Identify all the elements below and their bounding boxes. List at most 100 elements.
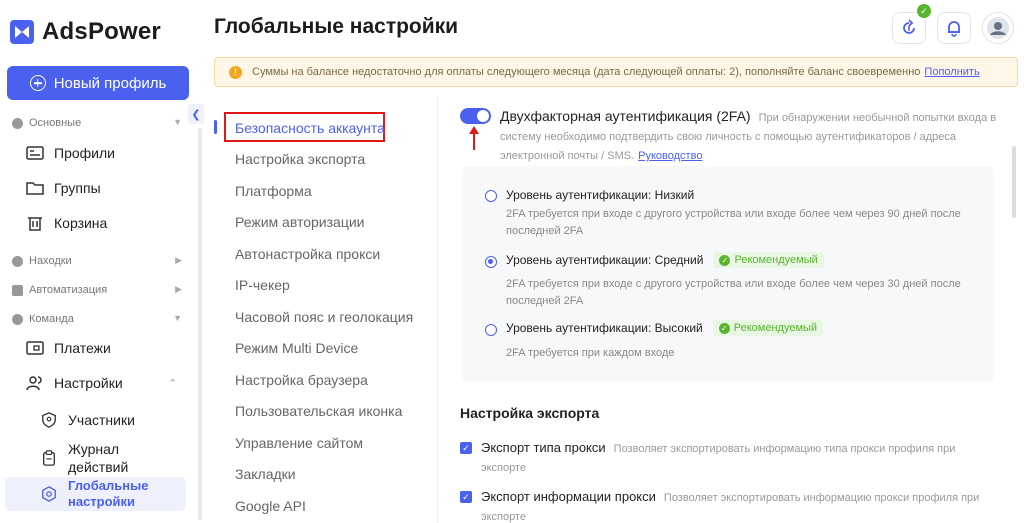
level-medium-radio[interactable]: [485, 256, 497, 268]
menu-item-ip-checker[interactable]: IP-чекер: [235, 277, 290, 293]
section-team[interactable]: Команда ▼: [12, 313, 182, 325]
export-proxy-type-item: Экспорт типа прокси Позволяет экспортиров…: [481, 438, 991, 478]
level-high-title: Уровень аутентификации: Высокий ✓ Рекомен…: [506, 320, 824, 336]
level-low-title: Уровень аутентификации: Низкий: [506, 188, 694, 202]
sidebar-item-global-settings[interactable]: Глобальные настройки: [5, 477, 186, 511]
wallet-icon: [26, 341, 44, 355]
sidebar-item-members-label: Участники: [68, 412, 135, 428]
recommended-badge: ✓ Рекомендуемый: [713, 252, 824, 268]
level-medium-label: Уровень аутентификации: Средний: [506, 253, 704, 267]
menu-item-custom-icon[interactable]: Пользовательская иконка: [235, 403, 402, 419]
export-proxy-info-title: Экспорт информации прокси: [481, 489, 656, 504]
menu-item-bookmarks[interactable]: Закладки: [235, 466, 296, 482]
recommended-label: Рекомендуемый: [733, 322, 818, 334]
warning-icon: !: [229, 65, 242, 79]
twofa-title: Двухфакторная аутентификация (2FA): [500, 108, 751, 124]
check-circle-icon: ✓: [718, 322, 730, 334]
level-low-radio[interactable]: [485, 190, 497, 202]
export-proxy-info-checkbox[interactable]: ✓: [460, 491, 472, 503]
sidebar-item-journal-label: Журнал действий: [68, 441, 129, 475]
top-up-link[interactable]: Пополнить: [924, 66, 979, 78]
section-basic[interactable]: Основные ▼: [12, 117, 182, 129]
menu-item-auth-mode[interactable]: Режим авторизации: [235, 214, 364, 230]
section-automation-label: Автоматизация: [29, 284, 108, 296]
chevron-up-icon: ⌃: [168, 377, 178, 390]
profiles-icon: [26, 146, 44, 160]
chevron-left-icon: ❮: [191, 108, 201, 121]
sidebar-item-groups-label: Группы: [54, 180, 101, 196]
menu-item-browser[interactable]: Настройка браузера: [235, 372, 368, 388]
settings-menu: Безопасность аккаунта Настройка экспорта…: [214, 96, 438, 523]
avatar-icon: [987, 17, 1009, 39]
sidebar-item-settings[interactable]: Настройки ⌃: [26, 375, 186, 391]
recommended-label: Рекомендуемый: [734, 254, 818, 266]
sidebar-item-journal[interactable]: Журнал действий: [40, 440, 148, 476]
balance-alert: ! Суммы на балансе недостаточно для опла…: [214, 57, 1018, 87]
settings-content: Двухфакторная аутентификация (2FA) При об…: [440, 96, 1024, 523]
export-proxy-type-checkbox[interactable]: ✓: [460, 442, 472, 454]
menu-item-export[interactable]: Настройка экспорта: [235, 151, 365, 167]
annotation-arrow: [469, 126, 479, 150]
sidebar-item-trash[interactable]: Корзина: [26, 215, 107, 231]
sidebar-item-global-label: Глобальные настройки: [68, 478, 149, 509]
sync-ok-badge: ✓: [917, 4, 931, 18]
sidebar-item-profiles[interactable]: Профили: [26, 145, 115, 161]
logo: AdsPower: [10, 18, 161, 46]
chevron-right-icon: ▶: [175, 284, 182, 294]
level-high-radio[interactable]: [485, 324, 497, 336]
notifications-button[interactable]: [937, 12, 971, 44]
sidebar-item-groups[interactable]: Группы: [26, 180, 101, 196]
level-high-label: Уровень аутентификации: Высокий: [506, 321, 703, 335]
content-scrollbar[interactable]: [1012, 146, 1016, 218]
level-medium-title: Уровень аутентификации: Средний ✓ Рекомен…: [506, 252, 824, 268]
brand-name: AdsPower: [42, 18, 161, 45]
sidebar-item-profiles-label: Профили: [54, 145, 115, 161]
twofa-setting: Двухфакторная аутентификация (2FA) При об…: [500, 107, 1000, 166]
export-proxy-info-item: Экспорт информации прокси Позволяет экспо…: [481, 487, 991, 523]
section-finds[interactable]: Находки ▶: [12, 255, 182, 267]
menu-item-proxy-auto[interactable]: Автонастройка прокси: [235, 246, 380, 262]
twofa-toggle[interactable]: [460, 108, 491, 124]
level-high-desc: 2FA требуется при каждом входе: [506, 347, 675, 359]
sidebar-item-members[interactable]: Участники: [40, 412, 135, 428]
avatar[interactable]: [982, 12, 1014, 44]
new-profile-label: Новый профиль: [53, 74, 167, 92]
sidebar-item-settings-label: Настройки: [54, 375, 123, 391]
chevron-down-icon: ▼: [173, 313, 182, 323]
hexagon-icon: [42, 486, 56, 502]
level-low-label: Уровень аутентификации: Низкий: [506, 188, 695, 202]
bell-icon: [948, 21, 960, 37]
menu-item-site-management[interactable]: Управление сайтом: [235, 435, 363, 451]
menu-active-indicator: [214, 120, 217, 134]
check-circle-icon: ✓: [719, 254, 731, 266]
section-automation[interactable]: Автоматизация ▶: [12, 284, 182, 296]
chevron-right-icon: ▶: [175, 255, 182, 265]
menu-item-timezone[interactable]: Часовой пояс и геолокация: [235, 309, 413, 325]
app-window: AdsPower Новый профиль ❮ Основные ▼ Проф…: [0, 0, 1024, 523]
sync-icon: [903, 19, 915, 34]
export-proxy-type-title: Экспорт типа прокси: [481, 440, 606, 455]
page-title: Глобальные настройки: [214, 15, 459, 38]
chevron-down-icon: ▼: [173, 117, 182, 127]
section-team-label: Команда: [29, 313, 74, 325]
folder-icon: [26, 182, 44, 195]
menu-item-multi-device[interactable]: Режим Multi Device: [235, 340, 358, 356]
sidebar-item-trash-label: Корзина: [54, 215, 108, 231]
export-section-title: Настройка экспорта: [460, 405, 600, 421]
new-profile-button[interactable]: Новый профиль: [7, 66, 189, 100]
adspower-logo-icon: [10, 20, 34, 44]
level-low-desc: 2FA требуется при входе с другого устрой…: [506, 208, 961, 237]
menu-item-account-security[interactable]: Безопасность аккаунта: [235, 120, 385, 136]
twofa-guide-link[interactable]: Руководство: [638, 150, 702, 162]
auth-levels-panel: Уровень аутентификации: Низкий 2FA требу…: [462, 166, 994, 382]
menu-item-platform[interactable]: Платформа: [235, 183, 312, 199]
section-finds-label: Находки: [29, 255, 72, 267]
menu-item-google-api[interactable]: Google API: [235, 498, 306, 514]
sidebar-item-payments[interactable]: Платежи: [26, 340, 111, 356]
sidebar-scrollbar[interactable]: [198, 128, 202, 520]
clipboard-icon: [43, 450, 55, 466]
trash-icon: [28, 217, 42, 231]
plus-icon: [29, 75, 46, 91]
collapse-sidebar-button[interactable]: ❮: [188, 104, 204, 124]
alert-text: Суммы на балансе недостаточно для оплаты…: [252, 66, 921, 78]
